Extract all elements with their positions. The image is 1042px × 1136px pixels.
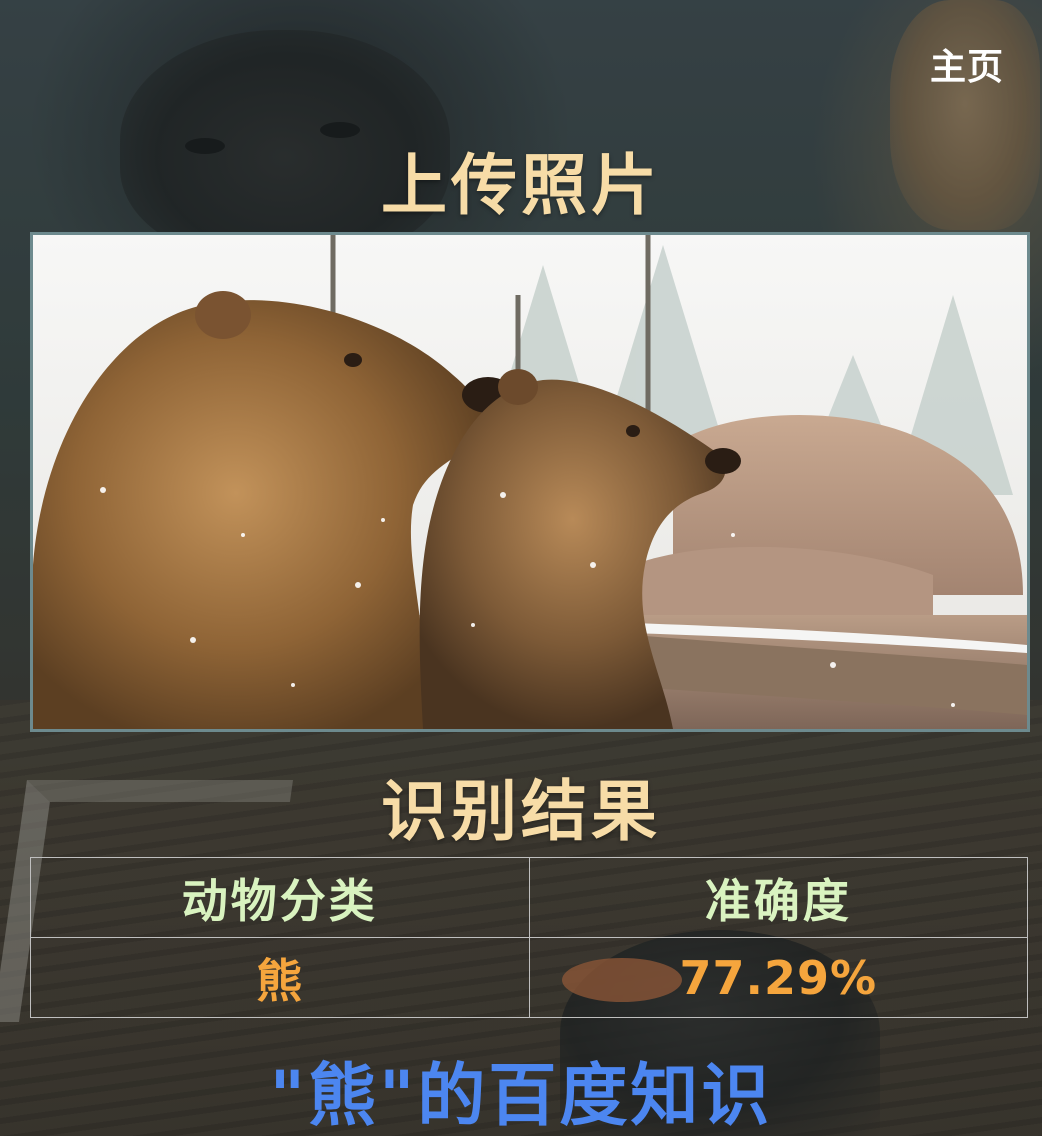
result-table: 动物分类 准确度 熊 77.29% bbox=[30, 857, 1028, 1018]
home-link[interactable]: 主页 bbox=[930, 38, 1004, 90]
table-header-row: 动物分类 准确度 bbox=[30, 857, 1028, 938]
cell-accuracy: 77.29% bbox=[528, 937, 1028, 1018]
uploaded-photo[interactable] bbox=[30, 232, 1030, 732]
page: 主页 上传照片 识别结果 动物分类 准确度 熊 77.29% "熊"的百度知识 bbox=[0, 0, 1042, 1136]
column-header-category: 动物分类 bbox=[30, 857, 530, 938]
table-row: 熊 77.29% bbox=[30, 937, 1028, 1018]
bear-photo-illustration bbox=[33, 235, 1027, 729]
result-title: 识别结果 bbox=[381, 773, 661, 850]
column-header-accuracy: 准确度 bbox=[528, 857, 1028, 938]
cell-animal-category: 熊 bbox=[30, 937, 530, 1018]
upload-title: 上传照片 bbox=[381, 147, 661, 224]
baike-knowledge-link[interactable]: "熊"的百度知识 bbox=[0, 1040, 1042, 1136]
